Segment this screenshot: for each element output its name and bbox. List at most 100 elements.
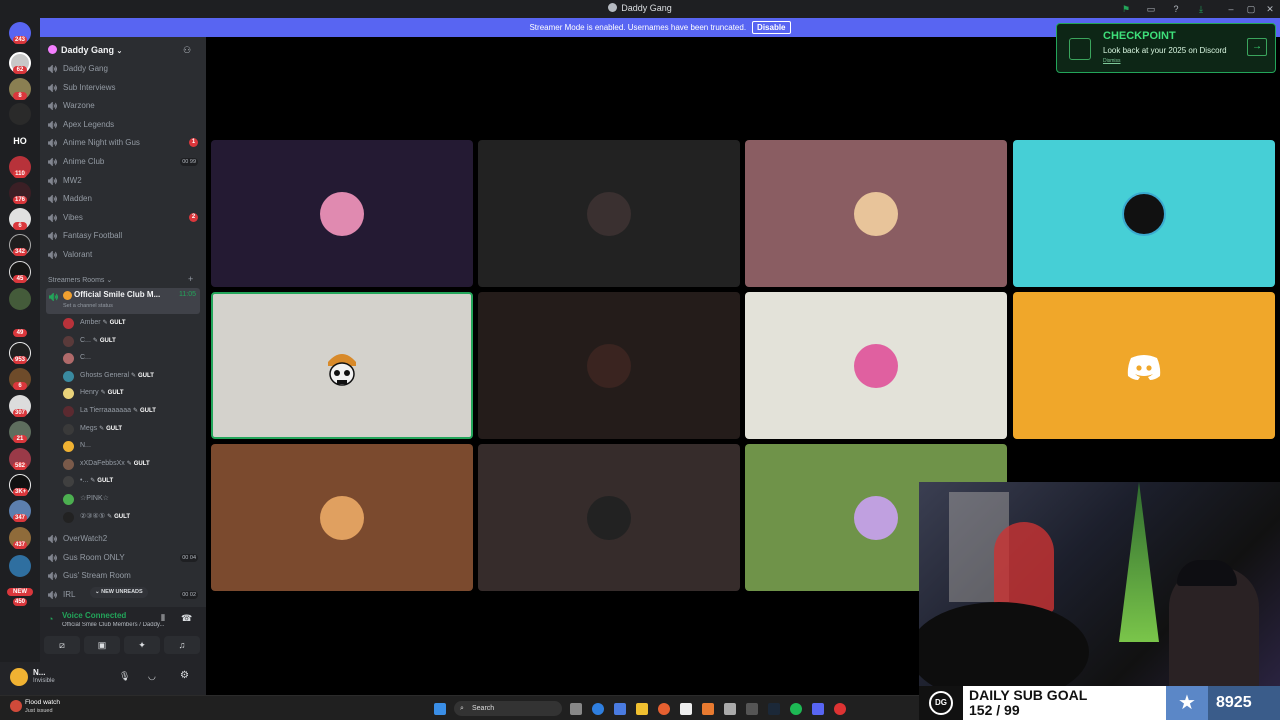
voice-user[interactable]: Ghosts General ✎ GULT	[63, 368, 154, 384]
active-voice-channel[interactable]: Official Smile Club M... 11:05 Set a chann…	[46, 288, 200, 314]
user-tag: GULT	[114, 513, 130, 520]
channel-item[interactable]: Valorant	[48, 247, 200, 263]
channel-item[interactable]: Apex Legends	[48, 117, 200, 133]
voice-user[interactable]: Megs ✎ GULT	[63, 421, 122, 437]
spotify-icon[interactable]	[790, 703, 802, 715]
voice-user[interactable]: Henry ✎ GULT	[63, 385, 124, 401]
voice-panel: ◔ Voice Connected Official Smile Club Me…	[40, 607, 206, 662]
voice-user[interactable]: C...	[63, 350, 91, 366]
chevron-down-icon: ⌄	[106, 277, 113, 284]
weather-icon[interactable]	[10, 700, 22, 712]
steam-icon[interactable]	[768, 703, 780, 715]
server-icon[interactable]	[9, 103, 31, 125]
channel-item[interactable]: Fantasy Football	[48, 228, 200, 244]
voice-user-name: C...	[80, 336, 91, 344]
edge-icon[interactable]	[592, 703, 604, 715]
minimize-icon[interactable]: –	[1225, 3, 1237, 15]
channel-item[interactable]: OverWatch2	[48, 531, 200, 547]
microphone-icon[interactable]: 🎙	[119, 671, 130, 682]
monitor-icon[interactable]: ▭	[1145, 3, 1157, 15]
camera-off-button[interactable]: ⧄	[44, 636, 80, 654]
voice-user[interactable]: xXDaFebbsXx ✎ GULT	[63, 456, 150, 472]
server-icon[interactable]	[9, 288, 31, 310]
checkpoint-subtitle: Look back at your 2025 on Discord	[1103, 46, 1227, 55]
channel-status[interactable]: Set a channel status	[63, 303, 113, 309]
dismiss-link[interactable]: Dismiss	[1103, 58, 1121, 64]
avatar[interactable]	[10, 668, 28, 686]
soundboard-button[interactable]: ♫	[164, 636, 200, 654]
noise-suppression-icon[interactable]: ⦀	[161, 613, 165, 624]
voice-participant-tile[interactable]	[745, 292, 1007, 439]
voice-participant-tile[interactable]	[211, 140, 473, 287]
server-badge: 582	[13, 462, 28, 470]
app-icon[interactable]	[834, 703, 846, 715]
windows-start-icon[interactable]	[434, 703, 446, 715]
sub-count: 8925	[1216, 694, 1252, 711]
dm-badge: 243	[13, 36, 28, 44]
voice-user[interactable]: •... ✎ GULT	[63, 473, 113, 489]
voice-user[interactable]: La Tierraaaaaaa ✎ GULT	[63, 403, 156, 419]
channel-item[interactable]: MW2	[48, 173, 200, 189]
voice-participant-tile[interactable]	[478, 140, 740, 287]
channel-item[interactable]: Anime Club 00 99	[48, 154, 200, 170]
activities-button[interactable]: ✦	[124, 636, 160, 654]
discord-icon[interactable]	[812, 703, 824, 715]
voice-participant-tile[interactable]	[1013, 140, 1275, 287]
voice-participant-tile[interactable]	[211, 444, 473, 591]
file-explorer-icon[interactable]	[636, 703, 648, 715]
new-unreads-pill[interactable]: ⌄ NEW UNREADS	[90, 587, 148, 598]
voice-participant-tile[interactable]	[211, 292, 473, 439]
username[interactable]: N...	[33, 668, 45, 677]
new-servers-pill[interactable]: NEW	[7, 588, 33, 596]
download-icon[interactable]: ⤓	[1195, 3, 1207, 15]
category-streamers-rooms[interactable]: Streamers Rooms ⌄	[48, 276, 112, 284]
voice-participant-tile[interactable]	[1013, 292, 1275, 439]
voice-participant-tile[interactable]	[745, 140, 1007, 287]
server-icon[interactable]	[9, 555, 31, 577]
voice-user[interactable]: C... ✎ GULT	[63, 333, 116, 349]
server-text-icon[interactable]: HO	[9, 130, 31, 152]
app-icon[interactable]	[702, 703, 714, 715]
add-channel-icon[interactable]: +	[188, 274, 193, 284]
copilot-icon[interactable]	[614, 703, 626, 715]
checkpoint-card[interactable]: CHECKPOINT Look back at your 2025 on Dis…	[1056, 23, 1276, 73]
app-icon[interactable]	[724, 703, 736, 715]
taskbar-search[interactable]: ⌕ Search	[454, 701, 562, 716]
user-avatar	[63, 370, 74, 382]
green-flag-icon[interactable]: ⚑	[1120, 3, 1132, 15]
channel-item[interactable]: Gus' Stream Room	[48, 568, 200, 584]
server-badge: 176	[13, 196, 28, 204]
firefox-icon[interactable]	[658, 703, 670, 715]
task-view-icon[interactable]	[570, 703, 582, 715]
arrow-right-icon[interactable]: →	[1247, 38, 1267, 56]
voice-user[interactable]: N...	[63, 438, 91, 454]
decoration-shape	[994, 522, 1054, 612]
help-icon[interactable]: ?	[1170, 3, 1182, 15]
voice-connected-status[interactable]: Voice Connected	[62, 611, 126, 620]
voice-user[interactable]: Amber ✎ GULT	[63, 315, 126, 331]
speaker-icon	[48, 232, 57, 241]
sub-goal-progress: 152 / 99	[969, 702, 1020, 718]
voice-user[interactable]: ②③④⑤ ✎ GULT	[63, 509, 130, 525]
settings-gear-icon[interactable]: ⚙	[180, 670, 189, 681]
weather-title[interactable]: Flood watch	[25, 699, 60, 706]
disable-button[interactable]: Disable	[752, 21, 791, 34]
channel-item[interactable]: Daddy Gang	[48, 61, 200, 77]
sub-goal-widget: DG DAILY SUB GOAL 152 / 99 ★ 8925	[919, 686, 1280, 720]
channel-item[interactable]: Vibes 2	[48, 210, 200, 226]
screen-share-button[interactable]: ▣	[84, 636, 120, 654]
channel-item[interactable]: Sub Interviews	[48, 80, 200, 96]
voice-participant-tile[interactable]	[478, 292, 740, 439]
store-icon[interactable]	[680, 703, 692, 715]
headphones-icon[interactable]: ◡	[148, 671, 156, 682]
maximize-icon[interactable]: ▢	[1245, 3, 1257, 15]
channel-item[interactable]: Gus Room ONLY 00 04	[48, 550, 200, 566]
app-icon[interactable]	[746, 703, 758, 715]
voice-participant-tile[interactable]	[478, 444, 740, 591]
close-icon[interactable]: ✕	[1264, 3, 1276, 15]
channel-item[interactable]: Madden	[48, 191, 200, 207]
disconnect-icon[interactable]: ☎	[181, 613, 192, 624]
voice-user[interactable]: ☆PINK☆	[63, 491, 109, 507]
channel-item[interactable]: Warzone	[48, 98, 200, 114]
channel-item[interactable]: Anime Night with Gus 1	[48, 135, 200, 151]
